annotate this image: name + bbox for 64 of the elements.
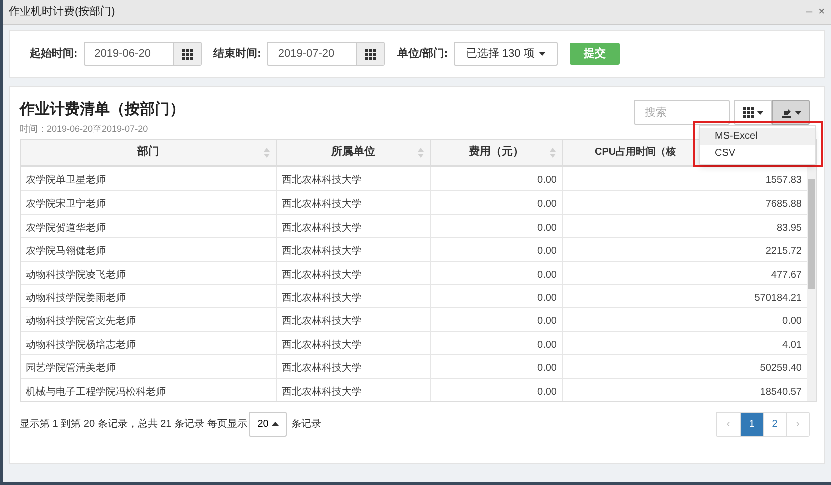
- table-cell: 0.00: [430, 378, 562, 401]
- table-cell: 西北农林科技大学: [276, 191, 430, 214]
- filter-label: 单位/部门:: [397, 46, 448, 62]
- export-button[interactable]: [772, 100, 810, 125]
- table-cell: 西北农林科技大学: [276, 355, 430, 378]
- table-cell-text: 农学院马翎健老师: [25, 244, 107, 260]
- sort-icon: [550, 148, 556, 158]
- table-cell-text: 机械与电子工程学院冯松科老师: [25, 386, 167, 400]
- menu-item[interactable]: CSV: [700, 145, 815, 162]
- table-cell: 西北农林科技大学: [276, 262, 430, 284]
- grid-icon: [742, 107, 754, 118]
- report-period: 时间：2019-06-20至2019-07-20: [20, 123, 150, 135]
- column-header[interactable]: 费用（元）: [430, 140, 562, 165]
- table-cell: 西北农林科技大学: [276, 378, 430, 401]
- caret-icon: [538, 52, 546, 56]
- caret-icon: [272, 422, 279, 426]
- table-cell-text: 农学院单卫星老师: [25, 174, 107, 188]
- table-cell: 西北农林科技大学: [276, 167, 430, 190]
- pagination-suffix: 条记录: [291, 418, 322, 432]
- report-title: 作业计费清单（按部门）: [20, 101, 185, 119]
- table-cell-text: 动物科技学院杨培志老师: [25, 338, 137, 353]
- minimize-button[interactable]: –: [806, 4, 813, 20]
- column-header[interactable]: 所属单位: [276, 140, 430, 165]
- table-cell: 西北农林科技大学: [276, 284, 430, 308]
- date-field[interactable]: 2019-07-20: [267, 42, 386, 66]
- table-cell: 0.00: [430, 167, 562, 190]
- unit-select[interactable]: 已选择 130 项: [454, 42, 558, 66]
- table-cell-text: 动物科技学院管文先老师: [25, 314, 137, 330]
- filter-label: 起始时间:: [30, 46, 78, 62]
- table-cell: 西北农林科技大学: [276, 214, 430, 238]
- table-cell: 0.00: [430, 262, 562, 284]
- pagination-summary: 显示第 1 到第 20 条记录，总共 21 条记录 每页显示: [20, 418, 248, 432]
- sort-icon: [418, 148, 424, 158]
- menu-item[interactable]: MS-Excel: [700, 128, 815, 145]
- page-button[interactable]: 1: [740, 412, 763, 436]
- column-header[interactable]: 部门: [21, 140, 276, 165]
- filter-label: 结束时间:: [214, 46, 262, 62]
- table-cell: 西北农林科技大学: [276, 308, 430, 331]
- table-cell: 0.00: [430, 284, 562, 308]
- table-cell: 0.00: [430, 191, 562, 214]
- export-icon: [780, 108, 792, 118]
- table-cell-text: 动物科技学院凌飞老师: [25, 268, 127, 283]
- table-cell: 西北农林科技大学: [276, 332, 430, 354]
- grid-icon: [365, 48, 376, 60]
- caret-icon: [756, 110, 764, 114]
- sort-icon: [264, 148, 270, 158]
- date-field[interactable]: 2019-06-20: [84, 42, 202, 66]
- table-cell: 0.00: [430, 332, 562, 354]
- table-cell-text: 园艺学院管清美老师: [25, 362, 117, 376]
- page-size-select[interactable]: 20: [249, 412, 288, 437]
- table-cell: 0.00: [430, 238, 562, 261]
- table-cell-text: 动物科技学院姜雨老师: [25, 292, 127, 306]
- search-field[interactable]: 搜索: [634, 100, 730, 125]
- close-button[interactable]: ×: [818, 4, 825, 20]
- table-cell: 0.00: [430, 214, 562, 238]
- table-cell: 西北农林科技大学: [276, 238, 430, 261]
- columns-button[interactable]: [734, 100, 772, 125]
- window-title: 作业机时计费(按部门): [9, 4, 116, 20]
- table-cell: 0.00: [430, 355, 562, 378]
- grid-icon: [182, 48, 193, 60]
- caret-icon: [794, 110, 802, 114]
- table-cell-text: 农学院贺道华老师: [25, 222, 107, 236]
- table-cell-text: 农学院宋卫宁老师: [25, 198, 107, 212]
- table-cell: 0.00: [430, 308, 562, 331]
